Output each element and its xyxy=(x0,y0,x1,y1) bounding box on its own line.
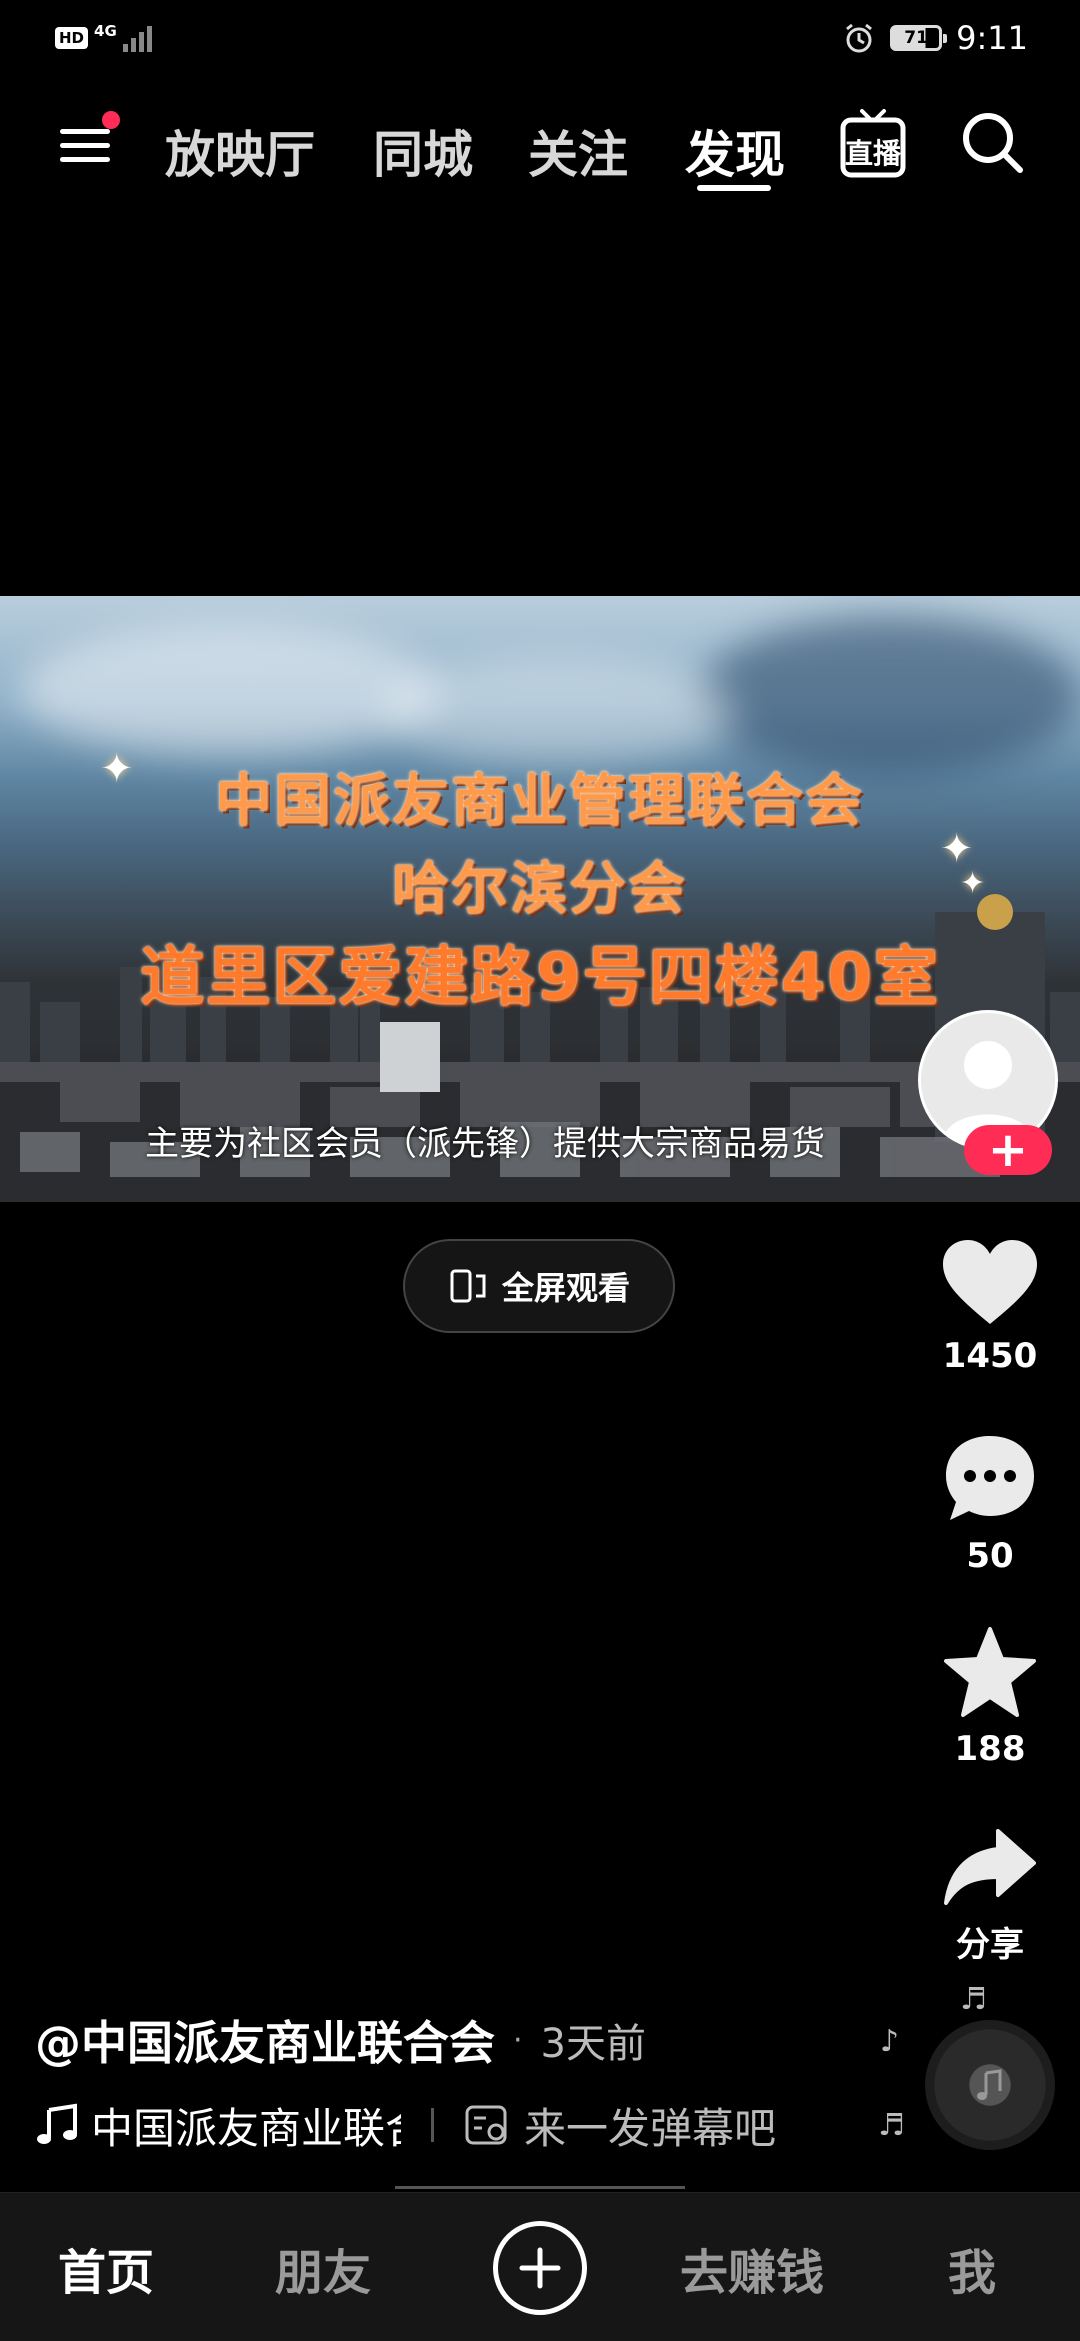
tab-friends[interactable]: 朋友 xyxy=(275,2233,371,2303)
search-button[interactable] xyxy=(960,110,1026,176)
share-arrow-icon xyxy=(944,1829,1036,1905)
floating-note-icon: ♪ xyxy=(880,2024,900,2059)
share-button[interactable]: 分享 xyxy=(925,1825,1055,1966)
live-button[interactable]: 直播 xyxy=(840,105,906,181)
status-bar: HD 4G 71 9:11 xyxy=(0,0,1080,75)
comment-button[interactable]: 50 xyxy=(925,1432,1055,1576)
danmaku-icon xyxy=(465,2105,507,2145)
music-disc-note-icon xyxy=(977,2069,1002,2100)
menu-icon-line xyxy=(60,157,110,162)
hd-badge: HD xyxy=(55,27,89,49)
search-icon xyxy=(963,113,1023,173)
favorite-button[interactable]: 188 xyxy=(925,1625,1055,1769)
author-avatar-group: + xyxy=(918,1010,1062,1180)
create-button[interactable] xyxy=(493,2221,587,2315)
music-title[interactable]: 中国派友商业联合会 xyxy=(91,2095,401,2156)
sky-cloud xyxy=(700,616,1080,776)
heart-icon xyxy=(943,1240,1037,1324)
live-label: 直播 xyxy=(844,137,901,170)
star-icon xyxy=(944,1627,1036,1717)
tab-earn[interactable]: 去赚钱 xyxy=(680,2233,824,2303)
video-overlay-line3: 道里区爱建路9号四楼40室 xyxy=(140,941,940,1015)
bottom-tab-bar: 首页 朋友 去赚钱 我 xyxy=(0,2192,1080,2341)
plus-icon xyxy=(519,2247,561,2289)
tab-following[interactable]: 关注 xyxy=(528,115,628,187)
menu-icon xyxy=(60,129,110,134)
music-disc[interactable] xyxy=(925,2020,1055,2150)
floating-note-icon: ♬ xyxy=(878,2108,905,2143)
comment-icon xyxy=(946,1436,1034,1520)
author-name[interactable]: @中国派友商业联合会 xyxy=(35,2007,495,2073)
tab-me[interactable]: 我 xyxy=(948,2233,996,2303)
clock: 9:11 xyxy=(956,19,1028,57)
tab-home[interactable]: 首页 xyxy=(58,2233,154,2303)
fullscreen-button[interactable]: 全屏观看 xyxy=(403,1239,675,1333)
status-left: HD 4G xyxy=(55,18,152,58)
active-tab-indicator xyxy=(697,185,771,191)
video-overlay-line1: 中国派友商业管理联合会 xyxy=(215,769,865,834)
post-time: 3天前 xyxy=(540,2021,646,2067)
favorite-count: 188 xyxy=(954,1729,1026,1769)
status-right: 71 9:11 xyxy=(842,18,1028,58)
music-note-icon xyxy=(37,2103,77,2144)
share-label: 分享 xyxy=(956,1925,1024,1965)
rotate-screen-icon xyxy=(450,1269,486,1303)
video-overlay-line2: 哈尔滨分会 xyxy=(392,857,688,922)
tab-discover[interactable]: 发现 xyxy=(685,115,785,187)
video-progress-bar[interactable] xyxy=(395,2186,685,2189)
music-line: 中国派友商业联合会 来一发弹幕吧 xyxy=(35,2090,776,2160)
video-subtitle: 主要为社区会员（派先锋）提供大宗商品易货 xyxy=(145,1124,825,1164)
top-nav: 放映厅 同城 关注 发现 直播 xyxy=(0,95,1080,195)
signal-icon xyxy=(122,24,152,52)
menu-icon-line xyxy=(60,143,110,148)
sky-cloud xyxy=(380,656,740,766)
danmaku-input[interactable]: 来一发弹幕吧 xyxy=(524,2095,776,2156)
notification-dot xyxy=(102,111,120,129)
menu-button[interactable] xyxy=(60,111,120,169)
tab-cinema[interactable]: 放映厅 xyxy=(165,115,315,187)
divider xyxy=(431,2108,434,2142)
author-line: @中国派友商业联合会 · 3天前 xyxy=(35,2005,646,2075)
floating-note-icon: ♬ xyxy=(960,1982,987,2017)
like-button[interactable]: 1450 xyxy=(925,1238,1055,1376)
network-type: 4G xyxy=(94,22,117,40)
separator-dot: · xyxy=(513,2022,523,2058)
battery-icon: 71 xyxy=(890,25,948,51)
like-count: 1450 xyxy=(942,1336,1038,1376)
sky-cloud xyxy=(20,626,440,756)
fullscreen-label: 全屏观看 xyxy=(501,1269,630,1307)
alarm-icon xyxy=(846,23,873,53)
comment-count: 50 xyxy=(966,1536,1014,1576)
follow-button[interactable]: + xyxy=(964,1125,1052,1175)
tab-nearby[interactable]: 同城 xyxy=(373,115,473,187)
